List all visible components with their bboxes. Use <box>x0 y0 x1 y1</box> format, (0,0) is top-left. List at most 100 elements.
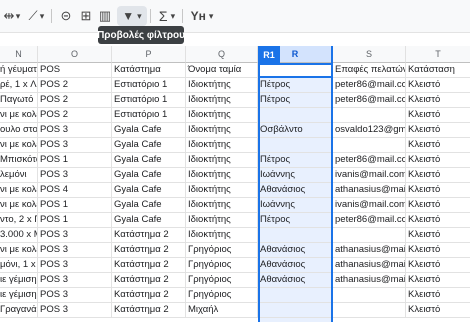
cell-p[interactable]: Κατάστημα 2 <box>112 303 186 317</box>
cell-o[interactable]: POS 3 <box>38 138 112 152</box>
cell-n[interactable]: νι με κολε <box>0 108 38 122</box>
cell-q[interactable]: Ιδιοκτήτης <box>186 78 258 92</box>
cell-s[interactable] <box>333 228 406 242</box>
cell-n[interactable]: νι με κολε <box>0 183 38 197</box>
cell-t[interactable]: Κλειστό <box>406 123 470 137</box>
cell-q[interactable]: Γρηγόριος <box>186 288 258 302</box>
filter-views-button[interactable]: ▼ ▾ <box>117 6 147 26</box>
cell-q[interactable]: Ιδιοκτήτης <box>186 228 258 242</box>
cell-s[interactable] <box>333 138 406 152</box>
cell-s[interactable] <box>333 303 406 317</box>
merge-dropdown-icon[interactable]: ▾ <box>14 6 22 26</box>
cell-o[interactable]: POS 3 <box>38 288 112 302</box>
cell-n[interactable]: ή γέυματο <box>0 63 38 77</box>
cell-r[interactable] <box>258 108 333 122</box>
cell-s[interactable]: peter86@mail.com <box>333 153 406 167</box>
cell-t[interactable]: Κλειστό <box>406 288 470 302</box>
cell-q[interactable]: Ιδιοκτήτης <box>186 93 258 107</box>
cell-o[interactable]: POS 3 <box>38 303 112 317</box>
cell-n[interactable]: νι με κολε <box>0 198 38 212</box>
cell-s[interactable] <box>333 288 406 302</box>
cell-q[interactable]: Ιδιοκτήτης <box>186 138 258 152</box>
cell-t[interactable]: Κλειστό <box>406 198 470 212</box>
column-header-t[interactable]: T <box>406 46 470 63</box>
cell-r[interactable] <box>258 288 333 302</box>
cell-n[interactable]: ιε γέμιση <box>0 288 38 302</box>
cell-q[interactable]: Ιδιοκτήτης <box>186 123 258 137</box>
cell-p[interactable]: Gyala Cafe <box>112 213 186 227</box>
cell-n[interactable]: ιε γέμιση <box>0 273 38 287</box>
cell-s[interactable]: peter86@mail.com <box>333 213 406 227</box>
cell-p[interactable]: Εστιατόριο 1 <box>112 78 186 92</box>
cell-n[interactable]: ντο, 2 x Γ <box>0 213 38 227</box>
cell-p[interactable]: Gyala Cafe <box>112 123 186 137</box>
cell-r[interactable]: Αθανάσιος <box>258 273 333 287</box>
input-tools-button[interactable]: Yн ▾ <box>186 6 218 26</box>
cell-q[interactable]: Ιδιοκτήτης <box>186 168 258 182</box>
cell-t[interactable]: Κλειστό <box>406 93 470 107</box>
cell-s[interactable]: ivanis@mail.com <box>333 168 406 182</box>
cell-r[interactable]: Πέτρος <box>258 78 333 92</box>
cell-r[interactable] <box>258 138 333 152</box>
cell-t[interactable]: Κλειστό <box>406 168 470 182</box>
cell-s[interactable] <box>333 108 406 122</box>
cell-o[interactable]: POS 3 <box>38 168 112 182</box>
cell-r[interactable]: Ιωάννης <box>258 198 333 212</box>
cell-p[interactable]: Gyala Cafe <box>112 183 186 197</box>
cell-t[interactable]: Κλειστό <box>406 273 470 287</box>
cell-o[interactable]: POS 2 <box>38 78 112 92</box>
cell-r[interactable]: Ιωάννης <box>258 168 333 182</box>
cell-r[interactable]: Οσβάλντο <box>258 123 333 137</box>
cell-n[interactable]: λεμόνι <box>0 168 38 182</box>
cell-n[interactable]: ουλο στο <box>0 123 38 137</box>
cell-p[interactable]: Κατάστημα 2 <box>112 243 186 257</box>
cell-s[interactable]: Επαφές πελατών <box>333 63 406 77</box>
column-header-o[interactable]: O <box>38 46 112 63</box>
column-header-p[interactable]: P <box>112 46 186 63</box>
cell-q[interactable]: Ιδιοκτήτης <box>186 213 258 227</box>
cell-o[interactable]: POS 3 <box>38 123 112 137</box>
cell-n[interactable]: 3.000 x M <box>0 228 38 242</box>
cell-o[interactable]: POS 3 <box>38 258 112 272</box>
cell-o[interactable]: POS 4 <box>38 183 112 197</box>
cell-t[interactable]: Κλειστό <box>406 108 470 122</box>
cell-s[interactable]: athanasius@mail <box>333 183 406 197</box>
active-cell[interactable] <box>258 63 333 78</box>
cell-n[interactable]: Μπισκότα <box>0 153 38 167</box>
cell-p[interactable]: Gyala Cafe <box>112 168 186 182</box>
cell-t[interactable]: Κατάσταση <box>406 63 470 77</box>
cell-s[interactable]: peter86@mail.com <box>333 93 406 107</box>
cell-t[interactable]: Κλειστό <box>406 138 470 152</box>
cell-r[interactable]: Πέτρος <box>258 213 333 227</box>
cell-s[interactable]: osvaldo123@gmail <box>333 123 406 137</box>
cell-p[interactable]: Gyala Cafe <box>112 153 186 167</box>
cell-q[interactable]: Γρηγόριος <box>186 258 258 272</box>
column-header-n[interactable]: N <box>0 46 38 63</box>
cell-p[interactable]: Εστιατόριο 1 <box>112 93 186 107</box>
cell-s[interactable]: peter86@mail.com <box>333 78 406 92</box>
cell-o[interactable]: POS 3 <box>38 273 112 287</box>
cell-t[interactable]: Κλειστό <box>406 228 470 242</box>
cell-r[interactable]: Αθανάσιος <box>258 243 333 257</box>
cell-o[interactable]: POS 3 <box>38 228 112 242</box>
cell-q[interactable]: Όνομα ταμία <box>186 63 258 77</box>
name-box[interactable]: R1 <box>258 46 280 63</box>
cell-r[interactable]: Αθανάσιος <box>258 258 333 272</box>
cell-p[interactable]: Κατάστημα <box>112 63 186 77</box>
cell-n[interactable]: Γραγανά <box>0 303 38 317</box>
cell-q[interactable]: Γρηγόριος <box>186 243 258 257</box>
cell-q[interactable]: Ιδιοκτήτης <box>186 108 258 122</box>
cell-n[interactable]: ρέ, 1 x Λά <box>0 78 38 92</box>
cell-q[interactable]: Γρηγόριος <box>186 273 258 287</box>
cell-t[interactable]: Κλειστό <box>406 183 470 197</box>
cell-t[interactable]: Κλειστό <box>406 153 470 167</box>
cell-s[interactable]: athanasius@mail <box>333 243 406 257</box>
cell-t[interactable]: Κλειστό <box>406 78 470 92</box>
cell-s[interactable]: ivanis@mail.com <box>333 198 406 212</box>
cell-p[interactable]: Κατάστημα 2 <box>112 258 186 272</box>
cell-o[interactable]: POS 1 <box>38 153 112 167</box>
cell-r[interactable] <box>258 303 333 317</box>
cell-p[interactable]: Gyala Cafe <box>112 138 186 152</box>
cell-o[interactable]: POS 2 <box>38 108 112 122</box>
chart-icon[interactable]: ▥ <box>97 6 113 26</box>
